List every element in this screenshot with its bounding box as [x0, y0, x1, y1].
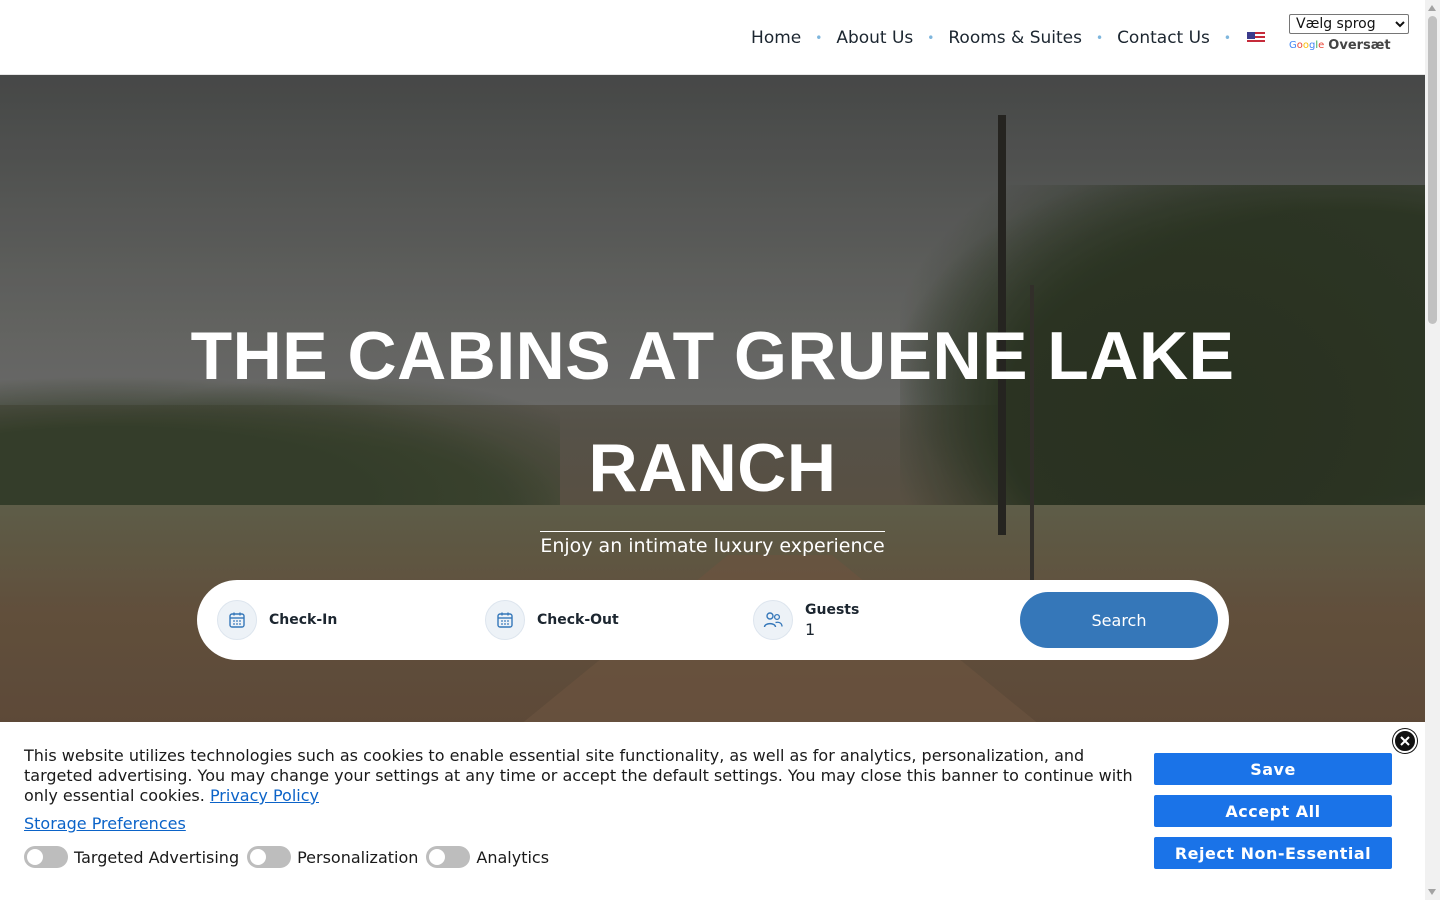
language-select[interactable]: Vælg sprog — [1289, 14, 1409, 34]
toggle-switch[interactable] — [247, 846, 292, 868]
page-scrollbar[interactable] — [1425, 0, 1440, 900]
toggle-targeted-advertising[interactable]: Targeted Advertising — [24, 846, 239, 868]
guests-block: Guests 1 — [805, 602, 859, 639]
google-translate-credit: Google Oversæt — [1289, 38, 1409, 53]
checkout-label: Check-Out — [537, 612, 619, 628]
checkin-label: Check-In — [269, 612, 338, 628]
translate-link[interactable]: Oversæt — [1328, 38, 1390, 53]
privacy-policy-link[interactable]: Privacy Policy — [210, 786, 319, 805]
checkout-field[interactable]: Check-Out — [485, 600, 619, 640]
hero-title: THE CABINS AT GRUENE LAKE RANCH — [190, 318, 1235, 506]
scroll-up-arrow-icon[interactable] — [1428, 5, 1436, 11]
nav-separator: • — [1223, 31, 1231, 45]
checkin-field[interactable]: Check-In — [217, 600, 337, 640]
storage-preferences-link[interactable]: Storage Preferences — [24, 814, 186, 833]
cookie-toggles: Targeted Advertising Personalization Ana… — [24, 846, 557, 868]
accept-all-button[interactable]: Accept All — [1154, 795, 1392, 827]
scrollbar-thumb[interactable] — [1428, 16, 1437, 324]
calendar-icon — [217, 600, 257, 640]
guests-field[interactable]: Guests 1 — [753, 600, 859, 640]
booking-bar: Check-In Check-Out Guests 1 Search — [197, 580, 1229, 660]
toggle-switch[interactable] — [24, 846, 68, 868]
google-logo: Google — [1289, 40, 1325, 51]
cookie-message: This website utilizes technologies such … — [24, 746, 1139, 806]
cookie-text: This website utilizes technologies such … — [24, 746, 1133, 805]
toggle-analytics[interactable]: Analytics — [426, 846, 549, 868]
nav-separator: • — [1095, 31, 1104, 45]
cookie-banner: This website utilizes technologies such … — [0, 722, 1425, 900]
nav-separator: • — [815, 31, 823, 45]
us-flag-icon[interactable] — [1247, 32, 1265, 44]
nav-home-link[interactable]: Home — [751, 28, 801, 48]
toggle-label: Personalization — [297, 847, 419, 867]
scroll-down-arrow-icon[interactable] — [1428, 889, 1436, 895]
site-header: Home • About Us • Rooms & Suites • Conta… — [0, 0, 1425, 75]
nav-separator: • — [927, 31, 935, 45]
toggle-label: Analytics — [476, 847, 550, 867]
close-icon[interactable] — [1393, 729, 1417, 753]
nav-contact-link[interactable]: Contact Us — [1117, 28, 1210, 48]
nav-about-link[interactable]: About Us — [836, 28, 913, 48]
toggle-personalization[interactable]: Personalization — [247, 846, 418, 868]
guests-value[interactable]: 1 — [805, 620, 859, 639]
nav-rooms-link[interactable]: Rooms & Suites — [948, 28, 1082, 48]
search-button[interactable]: Search — [1020, 592, 1218, 648]
toggle-label: Targeted Advertising — [74, 847, 240, 867]
reject-non-essential-button[interactable]: Reject Non-Essential — [1154, 837, 1392, 869]
guests-label: Guests — [805, 601, 860, 618]
hero-subtitle: Enjoy an intimate luxury experience — [540, 531, 885, 557]
hero-section: THE CABINS AT GRUENE LAKE RANCH Enjoy an… — [0, 75, 1425, 725]
hero-subtitle-wrap: Enjoy an intimate luxury experience — [0, 531, 1425, 557]
main-nav: Home • About Us • Rooms & Suites • Conta… — [751, 24, 1265, 52]
language-widget: Vælg sprog Google Oversæt — [1289, 13, 1409, 53]
toggle-switch[interactable] — [426, 846, 471, 868]
guests-icon — [753, 600, 793, 640]
calendar-icon — [485, 600, 525, 640]
save-button[interactable]: Save — [1154, 753, 1392, 785]
